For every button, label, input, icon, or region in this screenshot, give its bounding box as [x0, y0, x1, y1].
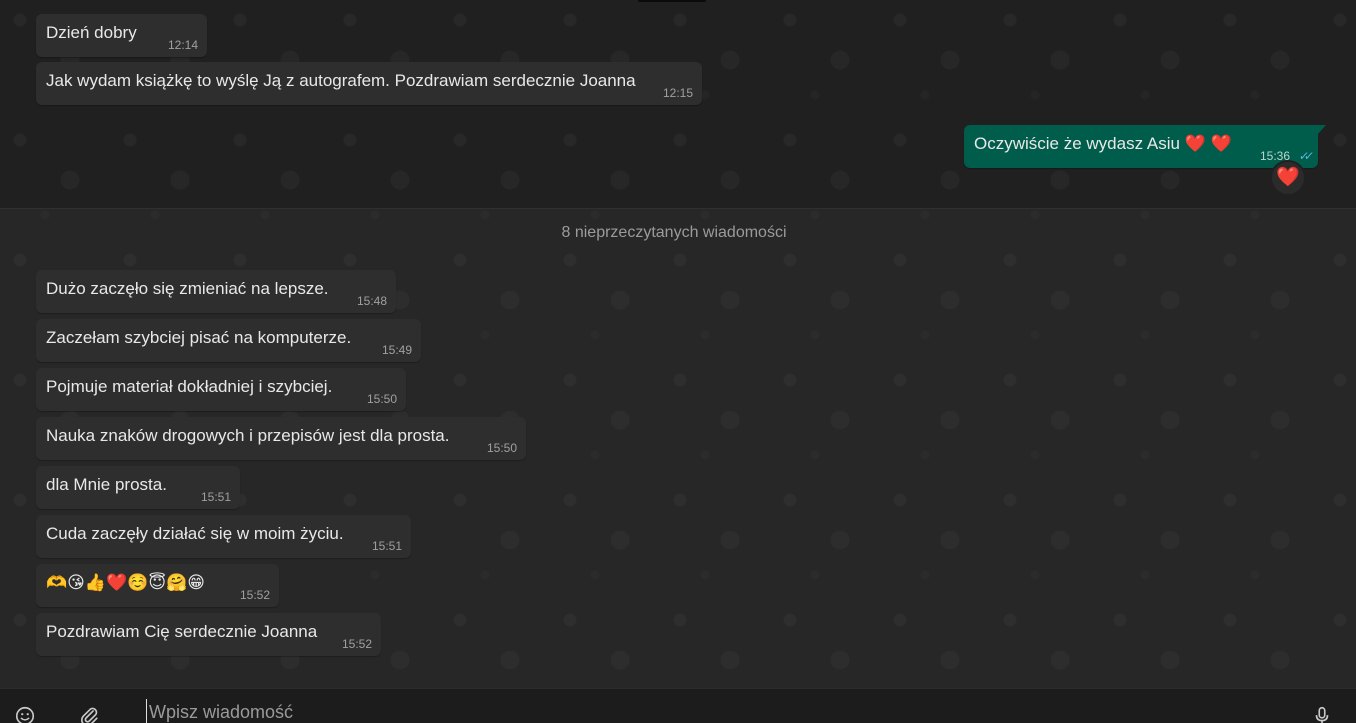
message-time: 12:15 — [662, 86, 693, 100]
message-text: Pozdrawiam Cię serdecznie Joanna — [46, 622, 318, 641]
message-input[interactable] — [146, 699, 1269, 723]
message-text: Zaczełam szybciej pisać na komputerze. — [46, 328, 352, 347]
outgoing-message-bubble[interactable]: Oczywiście że wydasz Asiu ❤️ ❤️ 15:36 ✓✓ — [964, 125, 1326, 168]
message-time: 15:48 — [356, 294, 387, 308]
message-bubble[interactable]: Pojmuje materiał dokładniej i szybciej. … — [36, 368, 406, 411]
heart-reaction[interactable]: ❤️ — [1270, 160, 1306, 196]
message-bubble[interactable]: Zaczełam szybciej pisać na komputerze. 1… — [36, 319, 421, 362]
message-time: 15:49 — [381, 343, 412, 357]
message-bubble[interactable]: Dzień dobry 12:14 — [36, 14, 207, 57]
message-time: 15:50 — [366, 392, 397, 406]
message-text: Cuda zaczęły działać się w moim życiu. — [46, 524, 344, 543]
heart-emoji: ❤️ ❤️ — [1184, 134, 1232, 153]
message-text: Oczywiście że wydasz Asiu — [974, 134, 1180, 153]
message-text: dla Mnie prosta. — [46, 475, 167, 494]
paperclip-icon[interactable] — [78, 705, 100, 723]
message-bubble[interactable]: 🫶😘👍❤️☺️😇🤗😁 15:52 — [36, 564, 279, 607]
message-text: Dużo zaczęło się zmieniać na lepsze. — [46, 279, 329, 298]
emoji-message-text: 🫶😘👍❤️☺️😇🤗😁 — [46, 573, 206, 592]
message-bubble[interactable]: dla Mnie prosta. 15:51 — [36, 466, 240, 509]
message-composer — [0, 688, 1356, 723]
read-receipt-icon: ✓✓ — [1297, 149, 1310, 163]
message-time: 15:52 — [341, 637, 372, 651]
message-time: 12:14 — [167, 38, 198, 52]
message-time: 15:51 — [371, 539, 402, 553]
microphone-icon[interactable] — [1311, 705, 1333, 723]
message-bubble[interactable]: Pozdrawiam Cię serdecznie Joanna 15:52 — [36, 613, 381, 656]
message-time: 15:50 — [486, 441, 517, 455]
message-text: Nauka znaków drogowych i przepisów jest … — [46, 426, 450, 445]
message-text: Dzień dobry — [46, 23, 137, 42]
message-text: Pojmuje materiał dokładniej i szybciej. — [46, 377, 333, 396]
chat-window: Dzień dobry 12:14 Jak wydam książkę to w… — [0, 0, 1356, 723]
message-bubble[interactable]: Dużo zaczęło się zmieniać na lepsze. 15:… — [36, 270, 396, 313]
message-bubble[interactable]: Jak wydam książkę to wyślę Ją z autograf… — [36, 62, 702, 105]
message-time: 15:52 — [239, 588, 270, 602]
message-bubble[interactable]: Nauka znaków drogowych i przepisów jest … — [36, 417, 526, 460]
emoji-icon[interactable] — [14, 705, 36, 723]
window-top-indicator — [638, 0, 706, 2]
message-bubble[interactable]: Cuda zaczęły działać się w moim życiu. 1… — [36, 515, 411, 558]
message-text: Jak wydam książkę to wyślę Ją z autograf… — [46, 71, 636, 90]
message-time: 15:51 — [200, 490, 231, 504]
unread-divider: 8 nieprzeczytanych wiadomości — [561, 224, 787, 241]
